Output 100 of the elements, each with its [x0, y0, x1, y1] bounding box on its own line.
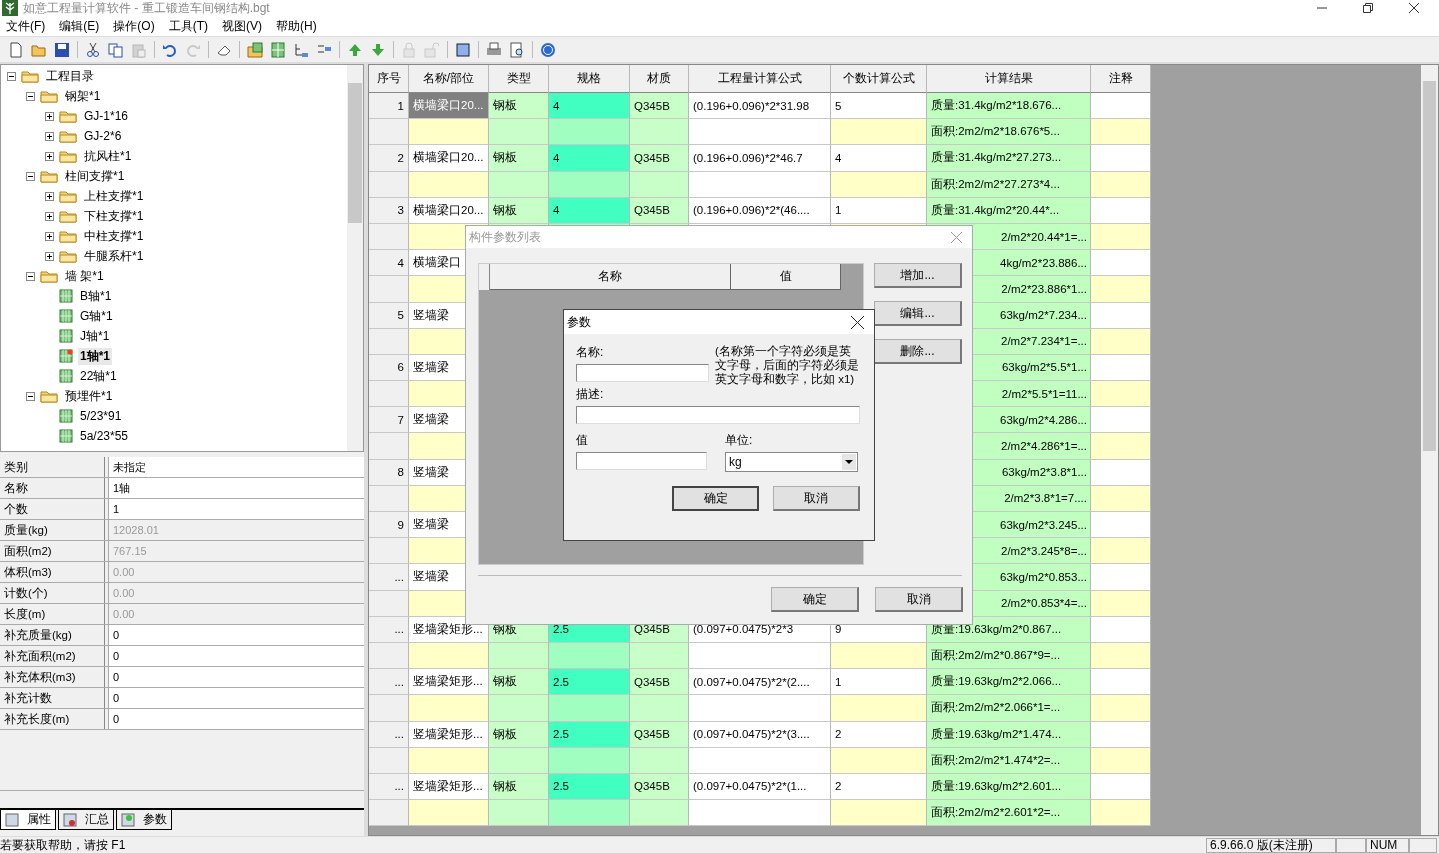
- column-header[interactable]: 工程量计算公式: [689, 65, 831, 93]
- tree-item[interactable]: 中柱支撑*1: [82, 227, 146, 245]
- dialog-button[interactable]: 增加...: [874, 263, 962, 288]
- grid-icon: [59, 289, 73, 303]
- copy-icon[interactable]: [108, 41, 124, 58]
- grid-icon: [59, 429, 73, 443]
- tree-item[interactable]: J轴*1: [78, 327, 112, 345]
- folder-icon: [59, 129, 77, 143]
- grid-icon[interactable]: [270, 41, 286, 58]
- expand-icon[interactable]: [45, 231, 54, 241]
- dialog-button[interactable]: 确定: [672, 486, 759, 511]
- menu-item[interactable]: 工具(T): [168, 17, 208, 35]
- table-cell: 竖墙梁矩形...: [409, 773, 489, 801]
- table-cell: 4: [549, 145, 630, 172]
- tree-item[interactable]: 22轴*1: [78, 367, 119, 385]
- column-header[interactable]: 注释: [1091, 65, 1151, 93]
- tree-item[interactable]: 牛腿系杆*1: [82, 247, 146, 265]
- unit-dropdown[interactable]: kg: [725, 452, 858, 472]
- tree-item[interactable]: 1轴*1: [78, 347, 113, 365]
- dialog-button[interactable]: 编辑...: [874, 301, 962, 326]
- menu-item[interactable]: 操作(O): [113, 17, 155, 35]
- table-cell: Q345B: [630, 145, 689, 172]
- column-header[interactable]: 名称: [490, 264, 731, 290]
- tree-item[interactable]: 抗风柱*1: [82, 147, 134, 165]
- collapse-icon[interactable]: [26, 271, 35, 281]
- property-value[interactable]: 0: [108, 646, 364, 666]
- folder-grid-icon[interactable]: [247, 41, 263, 58]
- expand-icon[interactable]: [45, 131, 54, 141]
- name-input-field[interactable]: [576, 364, 709, 382]
- expand-icon[interactable]: [45, 251, 54, 261]
- cut-icon[interactable]: [85, 41, 101, 58]
- property-value[interactable]: 1: [108, 499, 364, 519]
- save-icon[interactable]: [54, 41, 70, 58]
- help-icon[interactable]: [540, 41, 556, 58]
- scrollbar[interactable]: [347, 65, 363, 451]
- tree-item[interactable]: 工程目录: [44, 67, 96, 85]
- column-header[interactable]: 计算结果: [927, 65, 1091, 93]
- tree-item[interactable]: GJ-2*6: [82, 129, 124, 143]
- row-number: 3: [369, 197, 409, 224]
- menu-item[interactable]: 文件(F): [6, 17, 46, 35]
- collapse-icon[interactable]: [26, 171, 35, 181]
- down-icon[interactable]: [370, 41, 386, 58]
- row-header: [369, 800, 409, 827]
- tree-item[interactable]: 上柱支撑*1: [82, 187, 146, 205]
- value-input-field[interactable]: [576, 452, 707, 470]
- dialog-button[interactable]: 取消: [773, 486, 860, 511]
- property-value[interactable]: 未指定: [108, 457, 364, 477]
- property-value[interactable]: 0: [108, 625, 364, 645]
- restore-icon[interactable]: [1363, 3, 1373, 13]
- frame-icon[interactable]: [455, 41, 471, 58]
- property-value[interactable]: 0: [108, 688, 364, 708]
- column-header[interactable]: 材质: [630, 65, 689, 93]
- tree-item[interactable]: 下柱支撑*1: [82, 207, 146, 225]
- expand-icon[interactable]: [45, 151, 54, 161]
- menu-item[interactable]: 编辑(E): [59, 17, 100, 35]
- panel-tab[interactable]: 汇总: [58, 810, 114, 830]
- menu-item[interactable]: 视图(V): [222, 17, 262, 35]
- property-value[interactable]: 1轴: [108, 478, 364, 498]
- panel-tab[interactable]: 属性: [0, 810, 56, 830]
- expand-icon[interactable]: [45, 211, 54, 221]
- close-icon[interactable]: [1409, 3, 1419, 13]
- tree-item[interactable]: 钢架*1: [63, 87, 103, 105]
- tree-item[interactable]: B轴*1: [78, 287, 114, 305]
- column-header[interactable]: 名称/部位: [409, 65, 489, 93]
- menu-item[interactable]: 帮助(H): [276, 17, 317, 35]
- column-header[interactable]: 规格: [549, 65, 630, 93]
- dialog-button[interactable]: 确定: [771, 587, 859, 612]
- tree-item[interactable]: G轴*1: [78, 307, 115, 325]
- window-icon: [5, 812, 19, 827]
- property-value[interactable]: 0: [108, 667, 364, 687]
- tree-item[interactable]: 柱间支撑*1: [63, 167, 127, 185]
- panel-tab[interactable]: 参数: [116, 810, 172, 830]
- description-input-field[interactable]: [576, 406, 860, 424]
- close-icon[interactable]: [851, 315, 864, 329]
- column-header[interactable]: 个数计算公式: [831, 65, 927, 93]
- table-cell: [1091, 197, 1151, 224]
- collapse-icon[interactable]: [26, 91, 35, 101]
- collapse-icon[interactable]: [7, 71, 16, 81]
- indent-icon[interactable]: [293, 41, 309, 58]
- tree-item[interactable]: 5a/23*55: [78, 429, 131, 443]
- new-icon[interactable]: [8, 41, 24, 58]
- dialog-title: 构件参数列表: [469, 228, 541, 246]
- column-header[interactable]: 值: [731, 264, 841, 290]
- dialog-button[interactable]: 取消: [875, 587, 963, 612]
- tree-item[interactable]: GJ-1*16: [82, 109, 131, 123]
- preview-icon[interactable]: [509, 41, 525, 58]
- scrollbar[interactable]: [1421, 65, 1438, 835]
- tree-item[interactable]: 墙 架*1: [63, 267, 106, 285]
- expand-icon[interactable]: [45, 111, 54, 121]
- expand-icon[interactable]: [45, 191, 54, 201]
- property-value[interactable]: 0: [108, 709, 364, 729]
- tree-item[interactable]: 预埋件*1: [63, 387, 115, 405]
- column-header[interactable]: 序号: [369, 65, 409, 93]
- dialog-button[interactable]: 删除...: [874, 339, 962, 364]
- table-cell: 质量:31.4kg/m2*27.273...: [927, 145, 1091, 172]
- column-header[interactable]: 类型: [489, 65, 549, 93]
- print-icon[interactable]: [486, 41, 502, 58]
- tree-item[interactable]: 5/23*91: [78, 409, 124, 423]
- collapse-icon[interactable]: [26, 391, 35, 401]
- field-label: 值: [576, 432, 589, 448]
